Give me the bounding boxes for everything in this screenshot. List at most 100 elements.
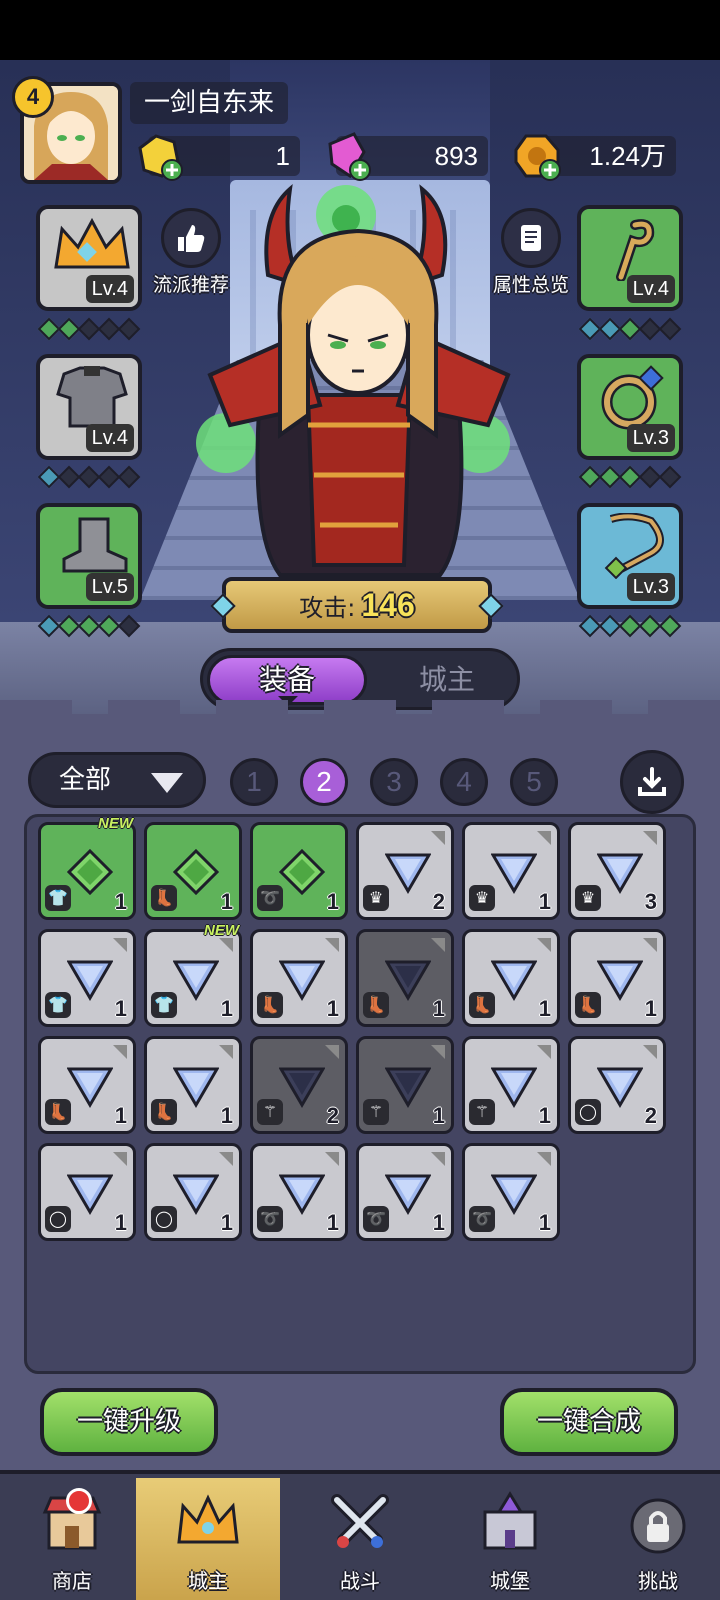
inventory-item[interactable]: ➰ 1 bbox=[356, 1143, 454, 1241]
inventory-item[interactable]: 👢 1 bbox=[356, 929, 454, 1027]
inventory-item[interactable]: 👕 1 NEW bbox=[38, 815, 136, 920]
slot-type-icon: ♛ bbox=[575, 885, 601, 911]
corner-marker bbox=[537, 1045, 551, 1059]
equip-slot-crown[interactable]: Lv.4 bbox=[36, 205, 142, 311]
item-count: 1 bbox=[538, 996, 551, 1021]
slot-type-icon: 👕 bbox=[151, 992, 177, 1018]
corner-marker bbox=[643, 938, 657, 952]
corner-marker bbox=[219, 1045, 233, 1059]
nav-shop[interactable]: 商店 bbox=[0, 1478, 144, 1600]
inventory-item[interactable]: 👢 1 bbox=[250, 929, 348, 1027]
slot-level: Lv.4 bbox=[85, 424, 134, 452]
page-button-1[interactable]: 1 bbox=[230, 758, 278, 806]
inventory-item[interactable]: 👕 1 NEW bbox=[144, 922, 242, 1027]
page-button-2[interactable]: 2 bbox=[300, 758, 348, 806]
corner-marker bbox=[537, 1152, 551, 1166]
inventory-item[interactable]: 👕 1 bbox=[38, 929, 136, 1027]
attack-value: 146 bbox=[361, 586, 415, 623]
equip-slot-staff[interactable]: Lv.4 bbox=[577, 205, 683, 311]
slot-type-icon: ➰ bbox=[469, 1206, 495, 1232]
inventory-item[interactable]: 👢 1 bbox=[38, 1036, 136, 1134]
status-bar bbox=[0, 0, 720, 60]
corner-marker bbox=[643, 831, 657, 845]
equip-slot-necklace[interactable]: Lv.3 bbox=[577, 503, 683, 609]
inventory-item[interactable]: 👢 1 bbox=[462, 929, 560, 1027]
inventory-item[interactable]: ➰ 1 bbox=[250, 1143, 348, 1241]
item-count: 1 bbox=[220, 1210, 233, 1235]
inventory-item[interactable]: ➰ 1 bbox=[462, 1143, 560, 1241]
star-rating bbox=[34, 614, 144, 638]
nav-castle[interactable]: 城堡 bbox=[438, 1478, 582, 1600]
slot-type-icon: 👢 bbox=[151, 1099, 177, 1125]
slot-level: Lv.5 bbox=[85, 573, 134, 601]
inventory-item[interactable]: ⚚ 2 bbox=[250, 1036, 348, 1134]
tab-equipment[interactable]: 装备 bbox=[207, 655, 367, 706]
inventory-item[interactable]: ♛ 1 bbox=[462, 822, 560, 920]
nav-battle[interactable]: 战斗 bbox=[288, 1478, 432, 1600]
slot-level: Lv.3 bbox=[626, 424, 675, 452]
slot-level: Lv.3 bbox=[626, 573, 675, 601]
inventory-item[interactable]: ➰ 1 bbox=[250, 822, 348, 920]
blue-shard-icon bbox=[279, 1067, 325, 1108]
new-badge: NEW bbox=[98, 815, 133, 832]
gold-coin-counter[interactable]: 1.24万 bbox=[514, 134, 676, 181]
slot-type-icon: 👕 bbox=[45, 992, 71, 1018]
item-count: 1 bbox=[114, 996, 127, 1021]
star-rating bbox=[34, 465, 144, 489]
castle-icon bbox=[483, 1491, 537, 1550]
inventory-item[interactable]: ⚚ 1 bbox=[462, 1036, 560, 1134]
nav-lord[interactable]: 城主 bbox=[136, 1478, 280, 1600]
auto-equip-button[interactable] bbox=[620, 750, 684, 814]
nav-battle-label: 战斗 bbox=[340, 1569, 380, 1593]
inventory-item[interactable]: ♛ 2 bbox=[356, 822, 454, 920]
bottom-navigation: 商店 城主 战斗 城堡 挑战 bbox=[0, 1470, 720, 1600]
inventory-item[interactable]: 👢 1 bbox=[144, 822, 242, 920]
inventory-item[interactable]: 👢 1 bbox=[144, 1036, 242, 1134]
star-rating bbox=[575, 465, 685, 489]
merge-all-button[interactable]: 一键合成 bbox=[500, 1388, 678, 1456]
filter-selected-label: 全部 bbox=[59, 765, 112, 795]
slot-type-icon: 👢 bbox=[257, 992, 283, 1018]
ring-icon bbox=[601, 365, 664, 430]
tab-lord[interactable]: 城主 bbox=[367, 655, 527, 705]
inventory-item[interactable]: 👢 1 bbox=[568, 929, 666, 1027]
nav-castle-label: 城堡 bbox=[490, 1569, 530, 1593]
inventory-item[interactable]: ⚚ 1 bbox=[356, 1036, 454, 1134]
page-button-3[interactable]: 3 bbox=[370, 758, 418, 806]
category-filter-dropdown[interactable]: 全部 bbox=[28, 752, 206, 808]
inventory-item[interactable]: ◯ 2 bbox=[568, 1036, 666, 1134]
corner-marker bbox=[219, 1152, 233, 1166]
nav-challenge[interactable]: 挑战 bbox=[586, 1478, 720, 1600]
slot-type-icon: ➰ bbox=[257, 1206, 283, 1232]
player-name[interactable]: 一剑自东来 bbox=[130, 82, 289, 124]
blue-shard-icon bbox=[597, 1067, 643, 1108]
crown-icon bbox=[177, 1494, 239, 1544]
inventory-item[interactable]: ◯ 1 bbox=[144, 1143, 242, 1241]
slot-type-icon: ♛ bbox=[363, 885, 389, 911]
blue-shard-icon bbox=[385, 960, 431, 1001]
pink-crystal-amount: 893 bbox=[434, 141, 478, 171]
page-button-4[interactable]: 4 bbox=[440, 758, 488, 806]
blue-shard-icon bbox=[67, 1067, 113, 1108]
crown-icon bbox=[54, 217, 130, 269]
item-count: 1 bbox=[114, 889, 127, 914]
item-count: 1 bbox=[220, 996, 233, 1021]
slot-level: Lv.4 bbox=[85, 275, 134, 303]
page-button-5[interactable]: 5 bbox=[510, 758, 558, 806]
corner-marker bbox=[537, 831, 551, 845]
item-count: 1 bbox=[538, 889, 551, 914]
yellow-gem-icon bbox=[138, 134, 183, 181]
inventory-item[interactable]: ♛ 3 bbox=[568, 822, 666, 920]
yellow-gem-counter[interactable]: 1 bbox=[138, 134, 300, 181]
slot-level: Lv.4 bbox=[626, 275, 675, 303]
blue-shard-icon bbox=[67, 1174, 113, 1215]
upgrade-all-button[interactable]: 一键升级 bbox=[40, 1388, 218, 1456]
star-rating bbox=[34, 317, 144, 341]
slot-type-icon: ♛ bbox=[469, 885, 495, 911]
equip-slot-boot[interactable]: Lv.5 bbox=[36, 503, 142, 609]
inventory-item[interactable]: ◯ 1 bbox=[38, 1143, 136, 1241]
corner-marker bbox=[113, 1152, 127, 1166]
equip-slot-armor[interactable]: Lv.4 bbox=[36, 354, 142, 460]
equip-slot-ring[interactable]: Lv.3 bbox=[577, 354, 683, 460]
pink-crystal-counter[interactable]: 893 bbox=[328, 132, 488, 181]
